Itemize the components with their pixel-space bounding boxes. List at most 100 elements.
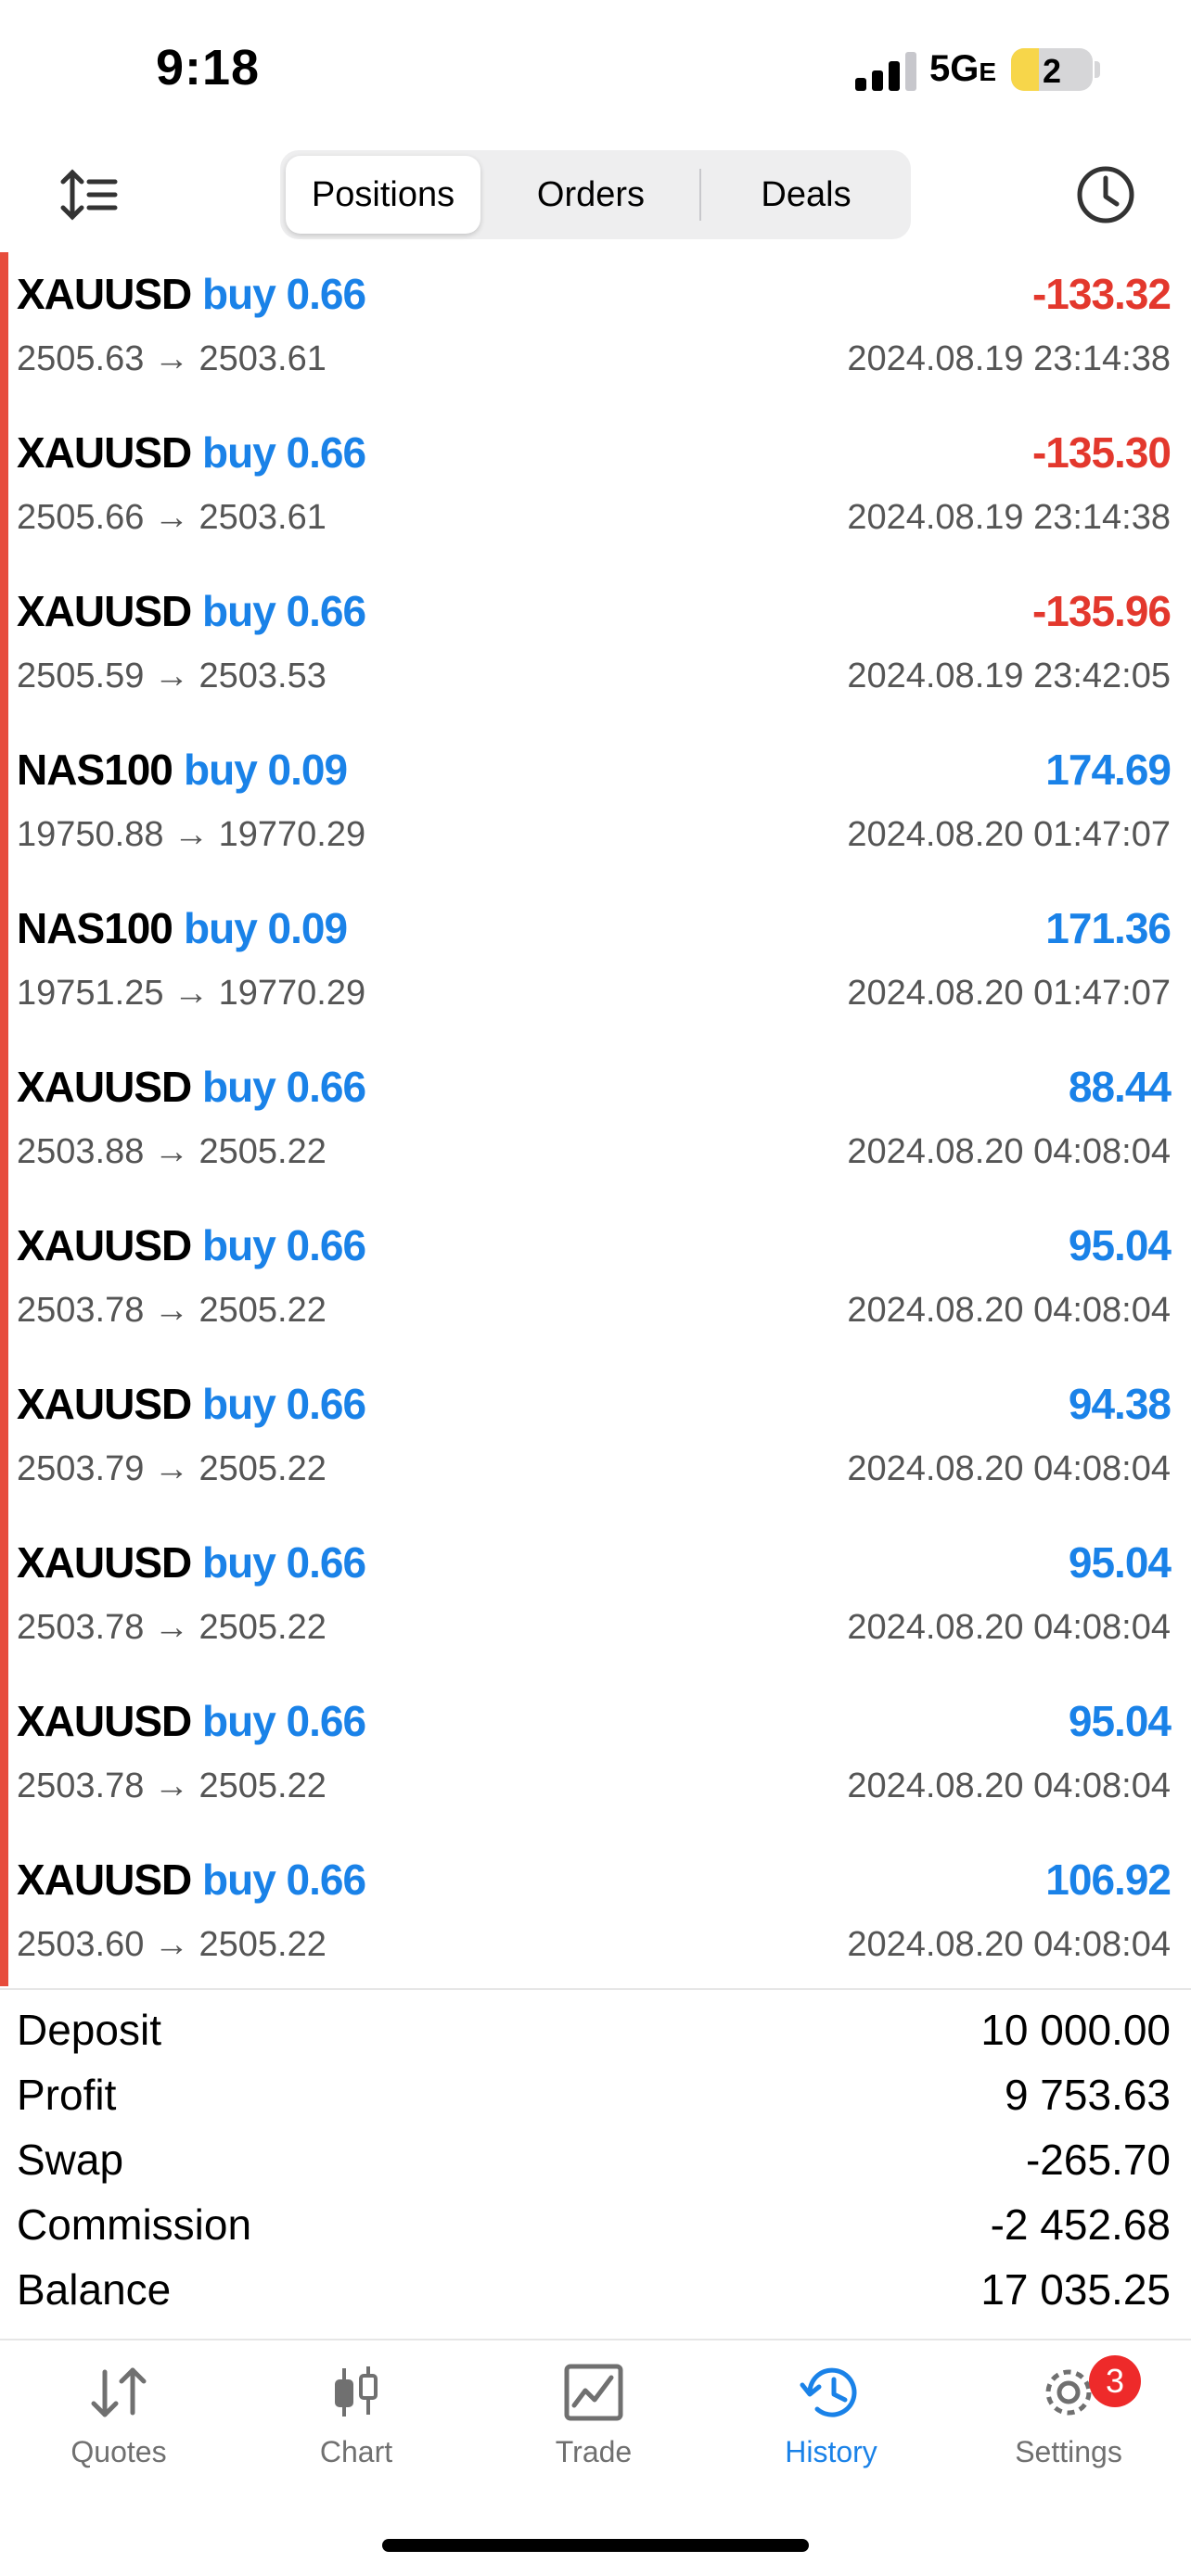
position-prices: 2505.66 → 2503.61 (17, 498, 327, 537)
tab-deals[interactable]: Deals (707, 156, 905, 234)
position-row[interactable]: XAUUSD buy 0.66 -135.96 2505.59 → 2503.53 20… (0, 569, 1191, 728)
tab-settings-label: Settings (1015, 2435, 1122, 2468)
candlestick-icon (335, 2366, 378, 2417)
position-prices: 2503.78 → 2505.22 (17, 1608, 327, 1647)
position-time: 2024.08.19 23:42:05 (847, 657, 1171, 695)
segmented-control: Positions Orders Deals (280, 150, 911, 239)
position-symbol: XAUUSD (17, 1380, 192, 1428)
segment-divider (699, 169, 701, 221)
history-toolbar: Positions Orders Deals (0, 139, 1191, 250)
position-profit: -135.96 (1031, 587, 1172, 635)
position-row[interactable]: NAS100 buy 0.09 171.36 19751.25 → 19770.29 2… (0, 886, 1191, 1045)
tabbar-divider (0, 2339, 1191, 2340)
position-prices: 19750.88 → 19770.29 (17, 815, 366, 854)
tab-quotes[interactable]: Quotes (0, 2363, 237, 2502)
position-symbol: NAS100 (17, 746, 173, 794)
position-prices: 2503.78 → 2505.22 (17, 1766, 327, 1805)
position-time: 2024.08.20 04:08:04 (847, 1291, 1171, 1330)
position-symbol: XAUUSD (17, 1538, 192, 1587)
position-profit: -133.32 (1031, 270, 1172, 318)
position-profit: 106.92 (1045, 1855, 1172, 1904)
position-symbol: XAUUSD (17, 428, 192, 477)
position-side-volume: buy 0.66 (202, 428, 366, 477)
position-time: 2024.08.20 01:47:07 (847, 815, 1171, 854)
summary-label: Balance (17, 2265, 172, 2314)
position-time: 2024.08.20 04:08:04 (847, 1608, 1171, 1647)
position-row[interactable]: XAUUSD buy 0.66 106.92 2503.60 → 2505.22 202… (0, 1838, 1191, 1996)
tab-history[interactable]: History (712, 2363, 950, 2502)
status-time: 9:18 (156, 40, 261, 96)
tab-chart[interactable]: Chart (237, 2363, 475, 2502)
position-time: 2024.08.20 04:08:04 (847, 1132, 1171, 1171)
summary-row-commission: Commission -2 452.68 (0, 2192, 1191, 2257)
position-symbol: XAUUSD (17, 1221, 192, 1269)
position-prices: 2503.88 → 2505.22 (17, 1132, 327, 1171)
summary-value: 17 035.25 (980, 2265, 1171, 2314)
history-clock-icon (800, 2367, 857, 2417)
position-profit: 95.04 (1068, 1221, 1172, 1269)
network-label: 5G (929, 48, 980, 89)
position-row[interactable]: XAUUSD buy 0.66 95.04 2503.78 → 2505.22 2024… (0, 1521, 1191, 1679)
position-row[interactable]: XAUUSD buy 0.66 94.38 2503.79 → 2505.22 2024… (0, 1362, 1191, 1521)
tab-history-label: History (785, 2435, 877, 2468)
position-profit: 95.04 (1068, 1538, 1172, 1587)
position-row[interactable]: XAUUSD buy 0.66 -135.30 2505.66 → 2503.61 20… (0, 411, 1191, 569)
position-row[interactable]: XAUUSD buy 0.66 95.04 2503.78 → 2505.22 2024… (0, 1679, 1191, 1838)
home-indicator (382, 2539, 809, 2552)
tab-positions[interactable]: Positions (286, 156, 480, 234)
position-time: 2024.08.20 01:47:07 (847, 974, 1171, 1013)
position-time: 2024.08.20 04:08:04 (847, 1449, 1171, 1488)
position-time: 2024.08.20 04:08:04 (847, 1766, 1171, 1805)
summary-row-deposit: Deposit 10 000.00 (0, 1997, 1191, 2062)
position-row[interactable]: NAS100 buy 0.09 174.69 19750.88 → 19770.29 2… (0, 728, 1191, 886)
position-row[interactable]: XAUUSD buy 0.66 -133.32 2505.63 → 2503.61 20… (0, 252, 1191, 411)
summary-value: 10 000.00 (980, 2006, 1171, 2054)
cellular-signal-icon (855, 52, 920, 91)
position-prices: 2505.63 → 2503.61 (17, 339, 327, 378)
position-row[interactable]: XAUUSD buy 0.66 88.44 2503.88 → 2505.22 2024… (0, 1045, 1191, 1204)
position-prices: 19751.25 → 19770.29 (17, 974, 366, 1013)
battery-level: 2 (1042, 52, 1062, 90)
position-symbol: XAUUSD (17, 1855, 192, 1904)
sort-button[interactable] (58, 163, 121, 226)
trade-chart-icon (564, 2364, 623, 2421)
position-prices: 2505.59 → 2503.53 (17, 657, 327, 695)
position-side-volume: buy 0.66 (202, 1063, 366, 1111)
period-clock-button[interactable] (1072, 161, 1139, 228)
tab-quotes-label: Quotes (70, 2435, 167, 2468)
positions-list[interactable]: XAUUSD buy 0.66 -133.32 2505.63 → 2503.61 20… (0, 252, 1191, 1986)
position-time: 2024.08.19 23:14:38 (847, 498, 1171, 537)
network-type: 5GE (929, 48, 996, 90)
status-bar: 9:18 5GE 2 (0, 0, 1191, 139)
position-side-volume: buy 0.09 (184, 904, 348, 952)
position-symbol: NAS100 (17, 904, 173, 952)
tab-trade[interactable]: Trade (475, 2363, 712, 2502)
tab-settings[interactable]: 3 Settings (950, 2355, 1187, 2502)
tab-orders[interactable]: Orders (490, 156, 692, 234)
summary-value: -265.70 (1025, 2136, 1171, 2184)
position-row[interactable]: XAUUSD buy 0.66 95.04 2503.78 → 2505.22 2024… (0, 1204, 1191, 1362)
position-side-volume: buy 0.66 (202, 1221, 366, 1269)
position-symbol: XAUUSD (17, 587, 192, 635)
tab-chart-label: Chart (319, 2435, 393, 2468)
position-symbol: XAUUSD (17, 1063, 192, 1111)
position-side-volume: buy 0.66 (202, 1380, 366, 1428)
summary-row-profit: Profit 9 753.63 (0, 2062, 1191, 2127)
summary-row-balance: Balance 17 035.25 (0, 2257, 1191, 2322)
quotes-arrows-icon (91, 2367, 147, 2417)
position-profit: 171.36 (1045, 904, 1172, 952)
position-profit: 95.04 (1068, 1697, 1172, 1745)
position-side-volume: buy 0.66 (202, 587, 366, 635)
position-profit: -135.30 (1031, 428, 1172, 477)
summary-divider (0, 1988, 1191, 1990)
summary-label: Deposit (17, 2006, 161, 2054)
position-side-volume: buy 0.66 (202, 1697, 366, 1745)
position-side-volume: buy 0.09 (184, 746, 348, 794)
summary-row-swap: Swap -265.70 (0, 2127, 1191, 2192)
summary-label: Swap (17, 2136, 124, 2184)
position-prices: 2503.60 → 2505.22 (17, 1925, 327, 1964)
position-symbol: XAUUSD (17, 270, 192, 318)
battery-icon: 2 (1011, 48, 1093, 91)
summary-label: Profit (17, 2071, 117, 2119)
position-profit: 94.38 (1068, 1380, 1172, 1428)
